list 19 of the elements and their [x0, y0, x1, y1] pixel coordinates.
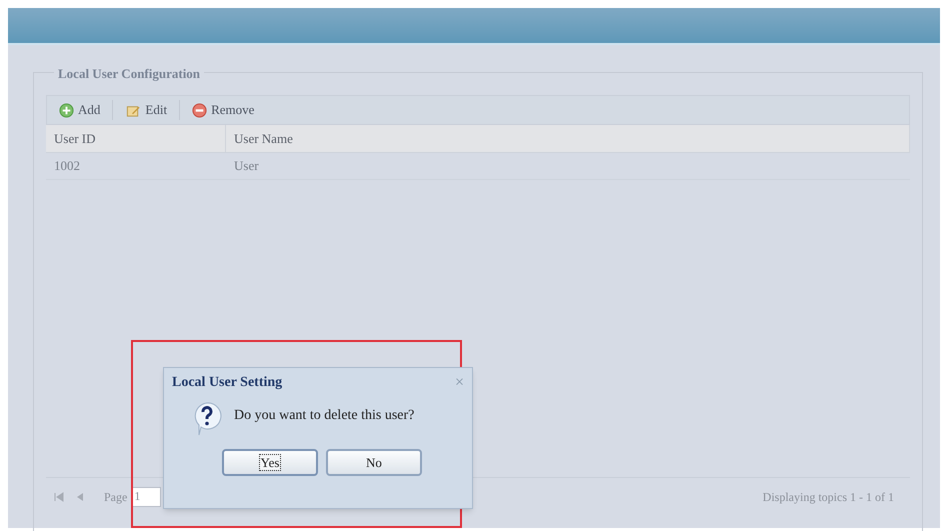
question-bubble-icon: [192, 401, 222, 437]
dialog-button[interactable]: Yes: [222, 449, 318, 476]
previous-page-icon[interactable]: [76, 492, 84, 502]
column-header[interactable]: User Name: [226, 125, 910, 152]
first-page-icon[interactable]: [54, 492, 64, 502]
dialog-title: Local User Setting: [172, 374, 282, 392]
page-field[interactable]: 1: [131, 486, 162, 506]
table-cell-text: 1002: [53, 157, 81, 176]
plus-icon: [59, 102, 74, 118]
dialog-message: Do you want to delete this user?: [234, 407, 414, 425]
dialog-button[interactable]: No: [326, 449, 422, 476]
toolbar-button[interactable]: Add: [55, 100, 104, 120]
column-header[interactable]: User ID: [46, 125, 226, 152]
toolbar-button[interactable]: Remove: [188, 100, 258, 120]
table-cell-text: User: [233, 157, 260, 176]
pager-summary: Displaying topics 1 - 1 of 1: [762, 488, 895, 506]
toolbar-button[interactable]: Edit: [121, 100, 172, 120]
page-label: Page: [104, 488, 128, 506]
minus-icon: [192, 102, 208, 118]
